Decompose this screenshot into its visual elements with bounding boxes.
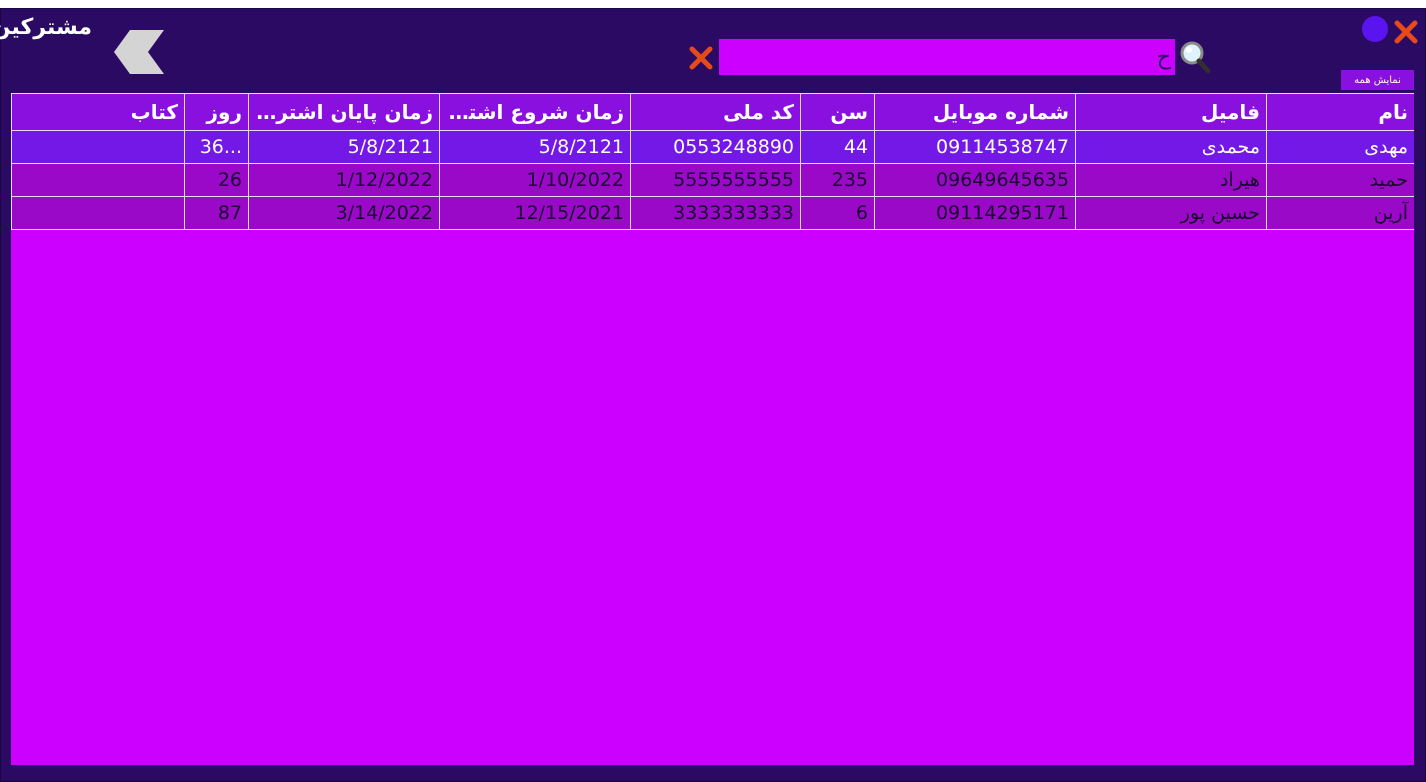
cell-national-code[interactable]: 0553248890 <box>630 130 801 164</box>
cell-national-code[interactable]: 3333333333 <box>630 196 801 230</box>
back-arrow-icon <box>114 30 164 74</box>
cell-days[interactable]: 26 <box>184 163 249 197</box>
cell-book[interactable] <box>11 130 185 164</box>
cell-last-name[interactable]: حسین پور <box>1075 196 1267 230</box>
cell-first-name[interactable]: حمید <box>1266 163 1414 197</box>
cell-end-date[interactable]: 1/12/2022 <box>248 163 440 197</box>
cell-end-date[interactable]: 5/8/2121 <box>248 130 440 164</box>
cell-end-date[interactable]: 3/14/2022 <box>248 196 440 230</box>
cell-book[interactable] <box>11 163 185 197</box>
main-window: مشترکین نمایش همه <box>0 8 1426 782</box>
table-row[interactable]: آرین حسین پور 09114295171 6 3333333333 1… <box>11 196 1414 230</box>
cell-days[interactable]: 36... <box>184 130 249 164</box>
cell-first-name[interactable]: آرین <box>1266 196 1414 230</box>
column-header-age[interactable]: سن <box>800 93 875 131</box>
back-button[interactable] <box>114 29 164 75</box>
cell-national-code[interactable]: 5555555555 <box>630 163 801 197</box>
search-input[interactable] <box>719 39 1175 75</box>
cell-start-date[interactable]: 5/8/2121 <box>439 130 631 164</box>
column-header-national-code[interactable]: کد ملی <box>630 93 801 131</box>
column-header-start-date[interactable]: زمان شروع اشتراک <box>439 93 631 131</box>
cell-start-date[interactable]: 1/10/2022 <box>439 163 631 197</box>
column-header-book[interactable]: کتاب <box>11 93 185 131</box>
search-button[interactable] <box>1179 40 1211 74</box>
show-all-button[interactable]: نمایش همه <box>1341 70 1414 90</box>
page-title: مشترکین <box>0 15 92 40</box>
close-icon <box>1394 20 1418 44</box>
cell-age[interactable]: 235 <box>800 163 875 197</box>
cell-age[interactable]: 44 <box>800 130 875 164</box>
cell-days[interactable]: 87 <box>184 196 249 230</box>
cell-mobile[interactable]: 09114538747 <box>874 130 1076 164</box>
column-header-days[interactable]: روز <box>184 93 249 131</box>
column-header-end-date[interactable]: زمان پایان اشتراک <box>248 93 440 131</box>
column-header-first-name[interactable]: نام <box>1266 93 1414 131</box>
cell-book[interactable] <box>11 196 185 230</box>
table-row[interactable]: مهدی محمدی 09114538747 44 0553248890 5/8… <box>11 130 1414 164</box>
cell-age[interactable]: 6 <box>800 196 875 230</box>
column-header-mobile[interactable]: شماره موبایل <box>874 93 1076 131</box>
close-button[interactable] <box>1393 19 1419 45</box>
minimize-button[interactable] <box>1362 16 1388 42</box>
cell-mobile[interactable]: 09649645635 <box>874 163 1076 197</box>
table-row[interactable]: حمید هیراد 09649645635 235 5555555555 1/… <box>11 163 1414 197</box>
close-icon <box>689 46 713 70</box>
clear-search-button[interactable] <box>688 45 714 71</box>
cell-first-name[interactable]: مهدی <box>1266 130 1414 164</box>
cell-last-name[interactable]: هیراد <box>1075 163 1267 197</box>
cell-last-name[interactable]: محمدی <box>1075 130 1267 164</box>
search-icon <box>1180 41 1211 74</box>
cell-mobile[interactable]: 09114295171 <box>874 196 1076 230</box>
customers-table: نام فامیل شماره موبایل سن کد ملی زمان شر… <box>11 93 1414 230</box>
customers-grid[interactable]: نام فامیل شماره موبایل سن کد ملی زمان شر… <box>11 93 1414 765</box>
cell-start-date[interactable]: 12/15/2021 <box>439 196 631 230</box>
table-header-row: نام فامیل شماره موبایل سن کد ملی زمان شر… <box>11 93 1414 131</box>
column-header-last-name[interactable]: فامیل <box>1075 93 1267 131</box>
